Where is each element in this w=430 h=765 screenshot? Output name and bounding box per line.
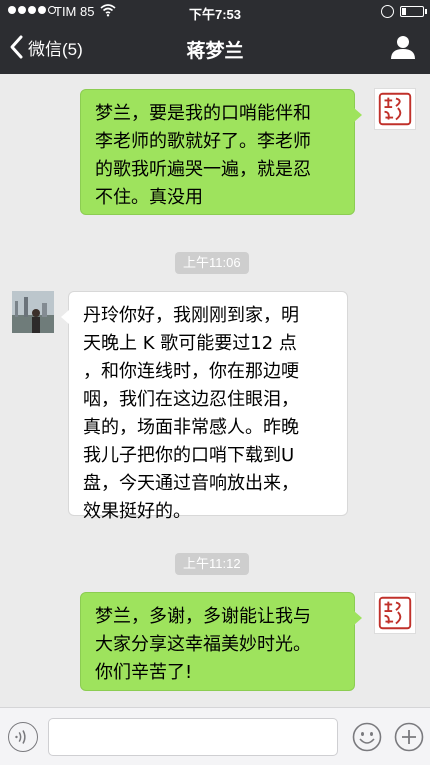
message-line: 梦兰，多谢，多谢能让我与 (95, 606, 311, 627)
my-message-bubble[interactable]: 梦兰，多谢，多谢能让我与 大家分享这幸福美妙时光。 你们辛苦了! (80, 592, 362, 691)
message-line: 大家分享这幸福美妙时光。 (95, 634, 311, 655)
nav-bar: 微信(5) 蒋梦兰 (0, 24, 430, 74)
message-line: ，和你连线时，你在那边哽 (83, 361, 299, 382)
message-line: 效果挺好的。 (83, 501, 191, 522)
timestamp: 上午11:06 (175, 252, 249, 274)
my-avatar[interactable] (374, 592, 416, 634)
timestamp: 上午11:12 (175, 553, 249, 575)
message-line: 李老师的歌就好了。李老师 (95, 131, 311, 152)
status-time: 下午7:53 (188, 7, 242, 22)
profile-icon[interactable] (390, 34, 416, 60)
status-bar: TIM 85 下午7:53 (0, 0, 430, 24)
message-line: 不住。真没用 (95, 187, 203, 208)
top-bar: TIM 85 下午7:53 微信(5) 蒋梦兰 (0, 0, 430, 74)
chat-input-bar (0, 707, 430, 765)
my-message-bubble[interactable]: 梦兰，要是我的口哨能伴和 李老师的歌就好了。李老师 的歌我听遍哭一遍，就是忍 不… (80, 89, 362, 215)
battery-icon (400, 6, 427, 17)
message-line: 天晚上 K 歌可能要过12 点 (83, 333, 297, 354)
emoji-icon[interactable] (352, 722, 382, 752)
message-input[interactable] (48, 718, 338, 756)
contact-avatar[interactable] (12, 291, 54, 333)
voice-icon[interactable] (8, 722, 38, 752)
message-line: 梦兰，要是我的口哨能伴和 (95, 103, 311, 124)
message-line: 丹玲你好，我刚刚到家，明 (83, 305, 299, 326)
my-avatar[interactable] (374, 88, 416, 130)
message-line: 真的，场面非常感人。昨晚 (83, 417, 299, 438)
message-line: 的歌我听遍哭一遍，就是忍 (95, 159, 311, 180)
plus-icon[interactable] (394, 722, 424, 752)
message-line: 你们辛苦了! (95, 662, 193, 683)
rotation-lock-icon (381, 5, 394, 18)
message-line: 盘，今天通过音响放出来， (83, 473, 299, 494)
contact-message-bubble[interactable]: 丹玲你好，我刚刚到家，明 天晚上 K 歌可能要过12 点 ，和你连线时，你在那边… (61, 291, 348, 522)
message-line: 我儿子把你的口哨下载到U (83, 445, 295, 466)
message-line: 咽，我们在这边忍住眼泪， (83, 389, 299, 410)
chat-title: 蒋梦兰 (186, 40, 244, 62)
